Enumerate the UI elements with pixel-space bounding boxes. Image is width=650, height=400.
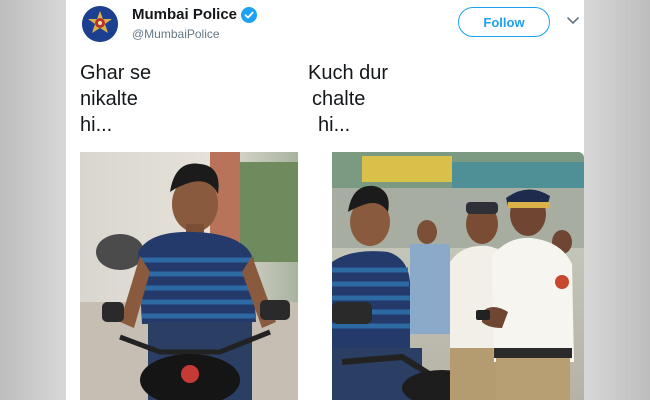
caption-right: Kuch dur chalte hi...: [308, 60, 388, 138]
caption-left-line: nikalte: [80, 88, 138, 110]
rider-photo-image: [80, 152, 298, 400]
police-stop-photo-image: [332, 152, 584, 400]
caption-right-line: chalte: [312, 88, 366, 110]
display-name[interactable]: Mumbai Police: [132, 6, 258, 23]
caption-right-line: Kuch dur: [308, 62, 389, 84]
caption-right-line: hi...: [318, 114, 351, 136]
photo-right[interactable]: [332, 152, 584, 400]
police-badge-icon: [82, 6, 118, 42]
verified-badge-icon: [241, 6, 258, 23]
caption-left-line: Ghar se: [80, 62, 152, 84]
caption-left: Ghar se nikalte hi...: [80, 60, 151, 138]
photo-left[interactable]: [80, 152, 298, 400]
avatar[interactable]: [82, 6, 118, 42]
background-left: [0, 0, 66, 400]
background-right: [584, 0, 650, 400]
display-name-text[interactable]: Mumbai Police: [132, 6, 237, 23]
tweet-card: Mumbai Police @MumbaiPolice Follow Ghar …: [66, 0, 584, 400]
caption-left-line: hi...: [80, 114, 113, 136]
chevron-down-icon[interactable]: [566, 14, 580, 28]
account-handle[interactable]: @MumbaiPolice: [132, 27, 220, 41]
follow-button[interactable]: Follow: [458, 7, 550, 37]
